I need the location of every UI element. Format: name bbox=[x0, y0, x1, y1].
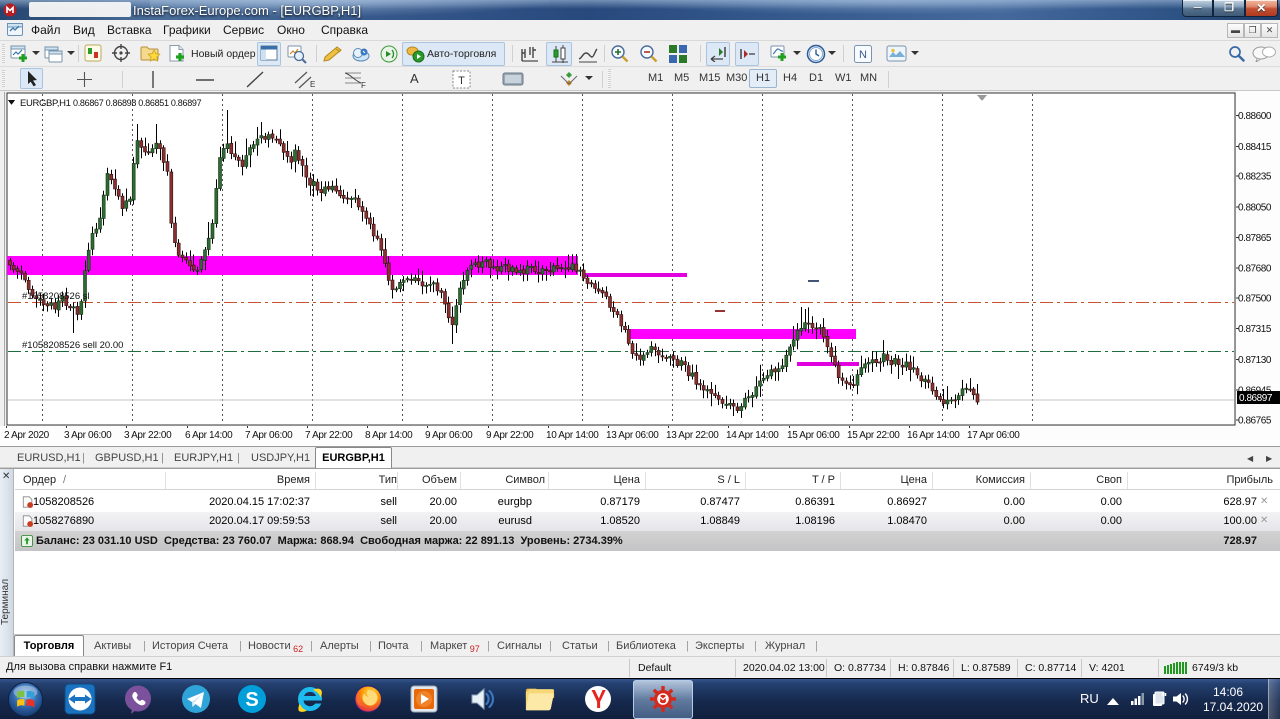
svg-text:15 Apr 22:00: 15 Apr 22:00 bbox=[847, 430, 900, 441]
svg-text:3 Apr 22:00: 3 Apr 22:00 bbox=[124, 430, 172, 441]
svg-text:9 Apr 22:00: 9 Apr 22:00 bbox=[486, 430, 534, 441]
svg-text:0.87865: 0.87865 bbox=[1238, 233, 1272, 244]
svg-text:#1058208526 sl: #1058208526 sl bbox=[22, 291, 90, 302]
svg-text:17 Apr 06:00: 17 Apr 06:00 bbox=[967, 430, 1020, 441]
svg-text:0.88235: 0.88235 bbox=[1238, 172, 1272, 183]
svg-text:0.88600: 0.88600 bbox=[1238, 111, 1272, 122]
svg-text:0.86867 0.86898 0.86851 0.8: 0.86867 0.86898 0.86851 0.86897 bbox=[73, 98, 202, 108]
svg-text:0.88415: 0.88415 bbox=[1238, 142, 1272, 153]
svg-text:0.87500: 0.87500 bbox=[1238, 294, 1272, 305]
svg-text:15 Apr 06:00: 15 Apr 06:00 bbox=[787, 430, 840, 441]
svg-text:E: E bbox=[310, 80, 315, 89]
svg-text:13 Apr 06:00: 13 Apr 06:00 bbox=[606, 430, 659, 441]
svg-text:0.87130: 0.87130 bbox=[1238, 355, 1272, 366]
svg-text:0.86897: 0.86897 bbox=[1239, 393, 1273, 404]
svg-text:16 Apr 14:00: 16 Apr 14:00 bbox=[907, 430, 960, 441]
svg-text:14 Apr 14:00: 14 Apr 14:00 bbox=[726, 430, 779, 441]
svg-text:7 Apr 22:00: 7 Apr 22:00 bbox=[305, 430, 353, 441]
svg-text:0.88050: 0.88050 bbox=[1238, 202, 1272, 213]
svg-text:6 Apr 14:00: 6 Apr 14:00 bbox=[185, 430, 233, 441]
svg-text:N: N bbox=[859, 49, 867, 61]
svg-text:13 Apr 22:00: 13 Apr 22:00 bbox=[666, 430, 719, 441]
svg-text:8 Apr 14:00: 8 Apr 14:00 bbox=[365, 430, 413, 441]
svg-text:0.87680: 0.87680 bbox=[1238, 264, 1272, 275]
svg-text:F: F bbox=[361, 81, 366, 89]
svg-text:S: S bbox=[245, 689, 258, 711]
svg-text:10 Apr 14:00: 10 Apr 14:00 bbox=[546, 430, 599, 441]
svg-text:#1058208526 sell 20.00: #1058208526 sell 20.00 bbox=[22, 340, 123, 351]
svg-text:T: T bbox=[458, 75, 465, 87]
svg-text:3 Apr 06:00: 3 Apr 06:00 bbox=[64, 430, 112, 441]
svg-text:0.87315: 0.87315 bbox=[1238, 324, 1272, 335]
svg-text:EURGBP,H1: EURGBP,H1 bbox=[20, 98, 71, 109]
svg-text:2 Apr 2020: 2 Apr 2020 bbox=[4, 430, 50, 441]
svg-text:0.86765: 0.86765 bbox=[1238, 415, 1272, 426]
svg-text:7 Apr 06:00: 7 Apr 06:00 bbox=[245, 430, 293, 441]
svg-text:9 Apr 06:00: 9 Apr 06:00 bbox=[425, 430, 473, 441]
